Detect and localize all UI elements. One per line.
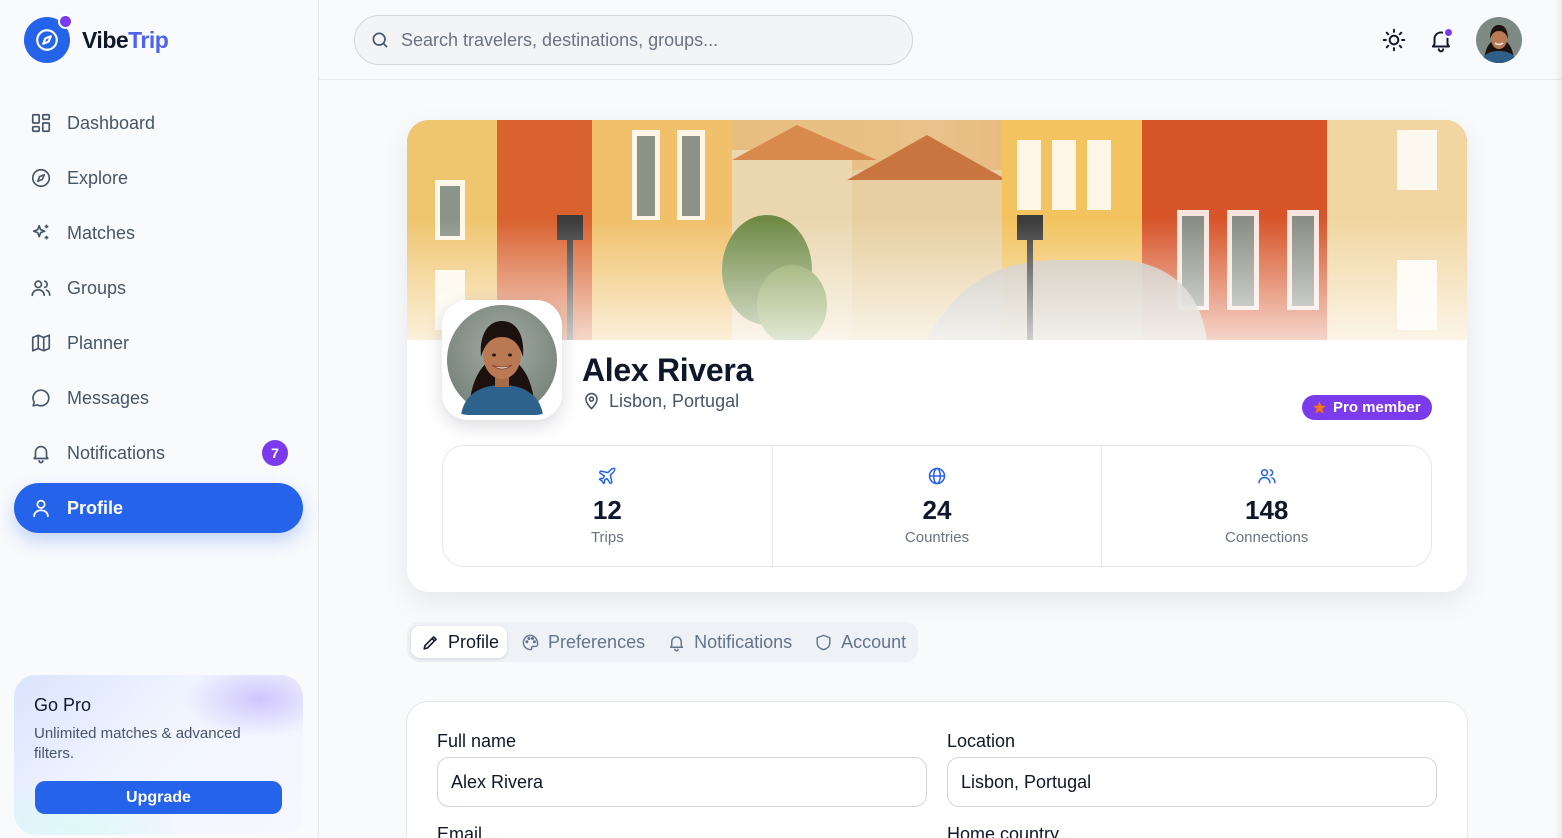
sidebar-item-matches[interactable]: Matches (14, 208, 303, 258)
users-icon (31, 280, 51, 297)
tab-notifications[interactable]: Notifications (657, 626, 800, 658)
tab-label: Profile (448, 631, 500, 652)
profile-location: Lisbon, Portugal (582, 391, 739, 412)
email-label: Email (437, 824, 483, 838)
go-pro-card: Go Pro Unlimited matches & advanced filt… (14, 675, 303, 835)
profile-location-text: Lisbon, Portugal (609, 391, 740, 411)
sidebar-item-label: Profile (67, 497, 124, 518)
star-icon (1313, 401, 1326, 414)
map-icon (31, 334, 51, 352)
shield-icon (816, 634, 831, 650)
full-name-input[interactable] (437, 757, 927, 807)
notification-dot (1443, 27, 1454, 38)
home-country-label: Home country (947, 824, 1060, 838)
profile-header-card: Alex Rivera Lisbon, Portugal Pro member … (407, 120, 1467, 592)
tab-profile[interactable]: Profile (411, 626, 508, 658)
stat-label: Countries (904, 529, 970, 546)
cover-photo (407, 120, 1467, 340)
upgrade-button[interactable]: Upgrade (35, 781, 282, 814)
stat-label: Connections (1224, 529, 1309, 546)
profile-avatar[interactable] (442, 300, 562, 420)
brand-dot (58, 14, 73, 29)
sidebar-item-notifications[interactable]: Notifications 7 (14, 428, 303, 478)
search-input[interactable] (401, 29, 881, 51)
tab-label: Account (841, 631, 907, 652)
user-icon (33, 499, 49, 518)
pencil-icon (423, 635, 437, 650)
location-input[interactable] (947, 757, 1437, 807)
brand-logo[interactable]: VibeTrip (24, 14, 169, 63)
stat-connections: 148 Connections (1102, 446, 1431, 566)
stat-trips: 12 Trips (443, 446, 773, 566)
sidebar-item-label: Notifications (67, 442, 166, 463)
palette-icon (522, 634, 539, 650)
sidebar-item-label: Matches (67, 222, 136, 243)
sidebar-item-messages[interactable]: Messages (14, 373, 303, 423)
search-icon (372, 32, 388, 48)
stat-countries: 24 Countries (773, 446, 1103, 566)
settings-tabs: Profile Preferences Notifications Accoun… (407, 622, 919, 662)
sidebar-item-groups[interactable]: Groups (14, 263, 303, 313)
notifications-count-badge: 7 (262, 440, 288, 466)
sidebar-item-label: Planner (67, 332, 130, 353)
stat-value: 12 (592, 495, 622, 525)
sidebar: VibeTrip Dashboard Explore Matches Group… (0, 0, 319, 838)
location-label: Location (947, 731, 1016, 751)
brand-name-part1: Vibe (82, 26, 129, 53)
profile-name: Alex Rivera (582, 352, 754, 388)
scrollbar-edge (1554, 0, 1562, 838)
sidebar-nav: Dashboard Explore Matches Groups Planner… (14, 98, 303, 538)
full-name-label: Full name (437, 731, 517, 751)
sidebar-item-dashboard[interactable]: Dashboard (14, 98, 303, 148)
pro-member-badge: Pro member (1302, 395, 1432, 420)
sidebar-item-planner[interactable]: Planner (14, 318, 303, 368)
users-icon (1258, 469, 1276, 484)
tab-account[interactable]: Account (804, 626, 914, 658)
sidebar-item-label: Dashboard (67, 112, 156, 133)
sidebar-item-explore[interactable]: Explore (14, 153, 303, 203)
stat-label: Trips (590, 529, 624, 546)
sidebar-item-label: Groups (67, 277, 127, 298)
compass-logo-icon (24, 14, 73, 63)
sun-icon[interactable] (1381, 27, 1407, 53)
bell-icon (669, 635, 684, 651)
brand-name: VibeTrip (82, 26, 169, 54)
pro-member-label: Pro member (1333, 399, 1421, 416)
sidebar-item-label: Messages (67, 387, 150, 408)
avatar[interactable] (1476, 17, 1522, 63)
sidebar-item-profile[interactable]: Profile (14, 483, 303, 533)
profile-form-card: Full name Location Email Home country (406, 701, 1468, 838)
tab-label: Preferences (548, 631, 646, 652)
chat-bubble-icon (32, 389, 50, 407)
stat-value: 24 (922, 495, 952, 525)
brand-name-part2: Trip (128, 26, 169, 53)
go-pro-title: Go Pro (34, 695, 92, 715)
globe-icon (928, 467, 946, 485)
sparkles-icon (32, 224, 49, 240)
search-bar[interactable] (354, 15, 913, 65)
grid-icon (31, 113, 51, 133)
topbar (319, 0, 1562, 80)
profile-stats: 12 Trips 24 Countries 148 Connections (442, 445, 1432, 567)
tab-preferences[interactable]: Preferences (511, 626, 653, 658)
sidebar-item-label: Explore (67, 167, 129, 188)
compass-icon (31, 168, 51, 188)
map-pin-icon (585, 392, 598, 410)
go-pro-description: Unlimited matches & advanced filters. (34, 725, 241, 762)
bell-icon (33, 445, 49, 464)
tab-label: Notifications (694, 631, 793, 652)
stat-value: 148 (1244, 495, 1289, 525)
plane-icon (599, 467, 616, 485)
